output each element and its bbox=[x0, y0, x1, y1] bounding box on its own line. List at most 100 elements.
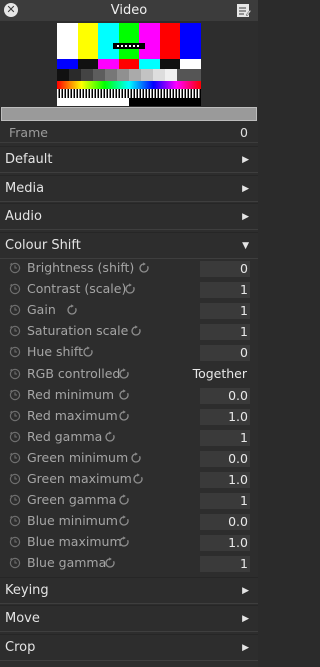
clock-icon[interactable] bbox=[9, 325, 21, 337]
property-green-minimum: Green minimum 0.0 bbox=[0, 448, 258, 469]
property-value-field[interactable]: 0 bbox=[200, 261, 250, 277]
clock-icon[interactable] bbox=[9, 410, 21, 422]
clock-icon[interactable] bbox=[9, 431, 21, 443]
clock-icon[interactable] bbox=[9, 346, 21, 358]
property-dropdown[interactable]: Together bbox=[193, 366, 247, 381]
triangle-right-icon[interactable]: ▶ bbox=[242, 643, 249, 653]
title-bar: ✕ Video bbox=[0, 0, 258, 21]
property-label: Green gamma bbox=[27, 492, 117, 507]
clock-icon[interactable] bbox=[9, 494, 21, 506]
reset-icon[interactable] bbox=[118, 368, 130, 380]
reset-icon[interactable] bbox=[66, 304, 78, 316]
clock-icon[interactable] bbox=[9, 368, 21, 380]
close-icon[interactable]: ✕ bbox=[4, 3, 18, 17]
property-value-field[interactable]: 1.0 bbox=[200, 409, 250, 425]
section-default[interactable]: Default ▶ bbox=[0, 146, 258, 173]
property-red-maximum: Red maximum 1.0 bbox=[0, 406, 258, 427]
property-blue-gamma: Blue gamma 1 bbox=[0, 553, 258, 574]
timeline-scrub-bar[interactable] bbox=[1, 107, 257, 121]
section-media[interactable]: Media ▶ bbox=[0, 175, 258, 202]
property-value-field[interactable]: 1 bbox=[200, 303, 250, 319]
clock-icon[interactable] bbox=[9, 536, 21, 548]
property-value-field[interactable]: 1 bbox=[200, 282, 250, 298]
frame-row: Frame 0 bbox=[0, 123, 258, 143]
property-value-field[interactable]: 1 bbox=[200, 430, 250, 446]
triangle-right-icon[interactable]: ▶ bbox=[242, 614, 249, 624]
reset-icon[interactable] bbox=[130, 325, 142, 337]
reset-icon[interactable] bbox=[104, 431, 116, 443]
property-red-minimum: Red minimum 0.0 bbox=[0, 385, 258, 406]
section-label: Media bbox=[5, 181, 45, 196]
section-label: Keying bbox=[5, 583, 49, 598]
panel-title: Video bbox=[110, 3, 148, 18]
section-label: Move bbox=[5, 611, 40, 626]
section-colour-shift[interactable]: Colour Shift ▼ bbox=[0, 232, 258, 259]
reset-icon[interactable] bbox=[130, 452, 142, 464]
triangle-right-icon[interactable]: ▶ bbox=[242, 212, 249, 222]
reset-icon[interactable] bbox=[118, 515, 130, 527]
reset-icon[interactable] bbox=[118, 494, 130, 506]
section-label: Audio bbox=[5, 209, 42, 224]
property-label: Red maximum bbox=[27, 408, 118, 423]
clock-icon[interactable] bbox=[9, 452, 21, 464]
property-value-field[interactable]: 0.0 bbox=[200, 388, 250, 404]
property-label: Blue gamma bbox=[27, 555, 107, 570]
frame-value: 0 bbox=[240, 125, 248, 140]
property-label: Blue minimum bbox=[27, 513, 118, 528]
property-green-maximum: Green maximum 1.0 bbox=[0, 469, 258, 490]
edit-notes-icon[interactable] bbox=[236, 3, 251, 18]
property-gain: Gain 1 bbox=[0, 300, 258, 321]
clock-icon[interactable] bbox=[9, 283, 21, 295]
section-label: Colour Shift bbox=[5, 238, 81, 253]
property-green-gamma: Green gamma 1 bbox=[0, 490, 258, 511]
section-move[interactable]: Move ▶ bbox=[0, 605, 258, 632]
clock-icon[interactable] bbox=[9, 389, 21, 401]
clock-icon[interactable] bbox=[9, 304, 21, 316]
reset-icon[interactable] bbox=[82, 346, 94, 358]
property-red-gamma: Red gamma 1 bbox=[0, 427, 258, 448]
reset-icon[interactable] bbox=[138, 262, 150, 274]
property-label: Saturation scale bbox=[27, 323, 129, 338]
property-value-field[interactable]: 1.0 bbox=[200, 535, 250, 551]
reset-icon[interactable] bbox=[118, 536, 130, 548]
property-label: Gain bbox=[27, 302, 56, 317]
reset-icon[interactable] bbox=[124, 283, 136, 295]
property-label: Green maximum bbox=[27, 471, 132, 486]
reset-icon[interactable] bbox=[132, 473, 144, 485]
clock-icon[interactable] bbox=[9, 515, 21, 527]
clock-icon[interactable] bbox=[9, 262, 21, 274]
reset-icon[interactable] bbox=[118, 389, 130, 401]
property-saturation-scale: Saturation scale 1 bbox=[0, 321, 258, 342]
triangle-right-icon[interactable]: ▶ bbox=[242, 184, 249, 194]
property-value-field[interactable]: 1 bbox=[200, 556, 250, 572]
reset-icon[interactable] bbox=[104, 557, 116, 569]
property-value-field[interactable]: 1 bbox=[200, 493, 250, 509]
property-label: Brightness (shift) bbox=[27, 260, 135, 275]
property-value-field[interactable]: 0.0 bbox=[200, 514, 250, 530]
property-value-field[interactable]: 1.0 bbox=[200, 472, 250, 488]
section-label: Default bbox=[5, 152, 53, 167]
frame-label: Frame bbox=[9, 125, 48, 140]
property-label: RGB controlled bbox=[27, 366, 121, 381]
triangle-down-icon[interactable]: ▼ bbox=[242, 241, 249, 251]
property-value-field[interactable]: 0 bbox=[200, 345, 250, 361]
property-hue-shift: Hue shift 0 bbox=[0, 342, 258, 363]
clock-icon[interactable] bbox=[9, 557, 21, 569]
property-label: Red minimum bbox=[27, 387, 115, 402]
property-label: Green minimum bbox=[27, 450, 129, 465]
triangle-right-icon[interactable]: ▶ bbox=[242, 586, 249, 596]
property-brightness-shift: Brightness (shift) 0 bbox=[0, 258, 258, 279]
reset-icon[interactable] bbox=[118, 410, 130, 422]
property-rgb-controlled: RGB controlled Together bbox=[0, 364, 258, 385]
section-crop[interactable]: Crop ▶ bbox=[0, 634, 258, 661]
video-preview-thumbnail bbox=[57, 23, 201, 106]
preview-area bbox=[0, 21, 258, 121]
section-keying[interactable]: Keying ▶ bbox=[0, 577, 258, 604]
property-label: Hue shift bbox=[27, 344, 83, 359]
section-audio[interactable]: Audio ▶ bbox=[0, 203, 258, 230]
clock-icon[interactable] bbox=[9, 473, 21, 485]
triangle-right-icon[interactable]: ▶ bbox=[242, 155, 249, 165]
property-value-field[interactable]: 1 bbox=[200, 324, 250, 340]
property-value-field[interactable]: 0.0 bbox=[200, 451, 250, 467]
video-properties-panel: ✕ Video Frame 0 Default ▶ Media ▶ Audio … bbox=[0, 0, 258, 667]
